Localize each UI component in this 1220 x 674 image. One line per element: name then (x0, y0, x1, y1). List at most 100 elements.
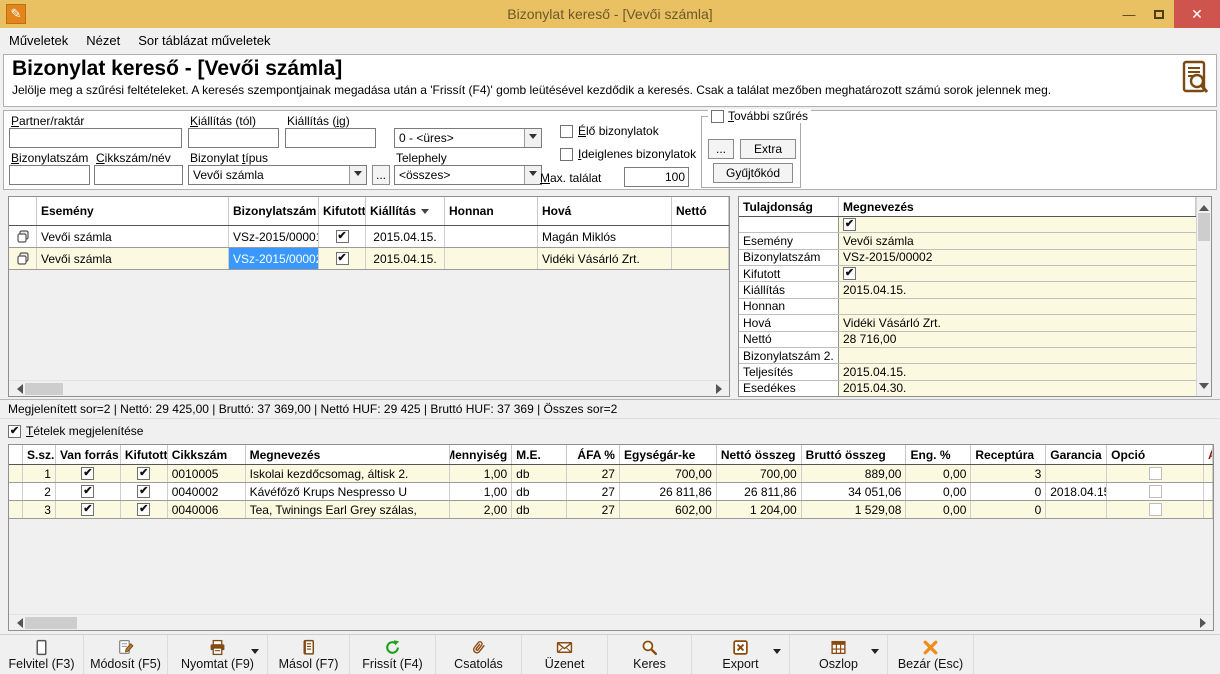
scroll-down-icon[interactable] (1196, 380, 1212, 396)
header-garancia[interactable]: Garancia (1046, 445, 1107, 464)
header-kifutott[interactable]: Kifutott (121, 445, 168, 464)
cell-cikkszam[interactable]: 0040002 (168, 483, 246, 500)
ideiglenes-bizonylatok-checkbox[interactable]: Ideiglenes bizonylatok (560, 147, 696, 161)
table-row-selected[interactable]: Vevői számla VSz-2015/00002 2015.04.15. … (9, 248, 729, 270)
cell-van-forras[interactable] (56, 465, 121, 482)
header-esemeny[interactable]: Esemény (37, 197, 229, 225)
chevron-down-icon[interactable] (524, 166, 541, 184)
prop-value[interactable]: VSz-2015/00002 (839, 250, 1196, 265)
title-bar[interactable]: ✎ Bizonylat kereső - [Vevői számla] — ✕ (0, 0, 1220, 28)
scroll-left-icon[interactable] (9, 615, 25, 631)
scrollbar-track[interactable] (1197, 241, 1211, 380)
cell-bizonylatszam[interactable]: VSz-2015/00001 (229, 226, 319, 247)
modosit-button[interactable]: Módosít (F5) (84, 635, 168, 674)
property-grid-vscrollbar[interactable] (1196, 197, 1211, 396)
result-grid-hscrollbar[interactable] (9, 380, 729, 396)
bezar-button[interactable]: Bezár (Esc) (888, 635, 974, 674)
cell-opcio[interactable] (1107, 483, 1204, 500)
cikkszam-input[interactable] (94, 165, 183, 185)
cell-kifutott[interactable] (121, 501, 168, 518)
cell-honnan[interactable] (445, 226, 538, 247)
cell-kiallitas[interactable]: 2015.04.15. (366, 226, 445, 247)
cell-ssz[interactable]: 3 (23, 501, 56, 518)
row-selector-cell[interactable] (9, 483, 23, 500)
header-afa[interactable]: ÁFA % (567, 445, 620, 464)
tovabbi-szures-checkbox[interactable]: További szűrés (708, 109, 811, 123)
header-egysegar[interactable]: Egységár-ke (620, 445, 717, 464)
property-row[interactable]: HováVidéki Vásárló Zrt. (739, 315, 1196, 331)
cell-opcio[interactable] (1107, 501, 1204, 518)
cell-egysegar[interactable]: 700,00 (620, 465, 717, 482)
cell-receptura[interactable]: 0 (971, 501, 1046, 518)
cell-afa[interactable]: 27 (567, 501, 620, 518)
items-grid-hscrollbar[interactable] (9, 614, 1213, 630)
property-row[interactable]: EseményVevői számla (739, 233, 1196, 249)
header-me[interactable]: M.E. (512, 445, 567, 464)
cell-esemeny[interactable]: Vevői számla (37, 248, 229, 269)
header-brutto-osszeg[interactable]: Bruttó összeg (802, 445, 907, 464)
cell-netto-osszeg[interactable]: 1 204,00 (717, 501, 802, 518)
header-cikkszam[interactable]: Cikkszám (168, 445, 246, 464)
cell-honnan[interactable] (445, 248, 538, 269)
header-receptura[interactable]: Receptúra (971, 445, 1046, 464)
property-row[interactable]: Esedékes2015.04.30. (739, 381, 1196, 396)
cell-cikkszam[interactable]: 0010005 (168, 465, 246, 482)
cell-van-forras[interactable] (56, 483, 121, 500)
cell-eng[interactable]: 0,00 (906, 483, 971, 500)
cell-garancia[interactable] (1046, 465, 1107, 482)
cell-mennyiseg[interactable]: 2,00 (450, 501, 512, 518)
cell-ssz[interactable]: 1 (23, 465, 56, 482)
prop-value[interactable]: Vidéki Vásárló Zrt. (839, 315, 1196, 330)
cell-garancia[interactable]: 2018.04.15. (1046, 483, 1107, 500)
telephely-select[interactable]: <összes> (394, 165, 542, 185)
cell-receptura[interactable]: 3 (971, 465, 1046, 482)
max-talalat-input[interactable] (624, 167, 689, 187)
prop-value[interactable]: 28 716,00 (839, 332, 1196, 347)
header-ssz[interactable]: S.sz. (23, 445, 56, 464)
cell-van-forras[interactable] (56, 501, 121, 518)
sorrend-select[interactable]: 0 - <üres> (394, 128, 542, 148)
menu-nezet[interactable]: Nézet (77, 29, 129, 52)
cell-kifutott[interactable] (121, 483, 168, 500)
header-partial-column[interactable]: Á (1204, 445, 1213, 464)
cell-mennyiseg[interactable]: 1,00 (450, 483, 512, 500)
cell-garancia[interactable] (1046, 501, 1107, 518)
cell-esemeny[interactable]: Vevői számla (37, 226, 229, 247)
cell-brutto-osszeg[interactable]: 889,00 (802, 465, 907, 482)
header-row-selector[interactable] (9, 445, 23, 464)
oszlop-button[interactable]: Oszlop (790, 635, 888, 674)
header-megnevezes[interactable]: Megnevezés (839, 197, 1196, 216)
cell-bizonylatszam-selected[interactable]: VSz-2015/00002 (229, 248, 319, 269)
header-mennyiseg[interactable]: Mennyiség (450, 445, 512, 464)
property-row[interactable]: Teljesítés2015.04.15. (739, 364, 1196, 380)
cell-megnevezes[interactable]: Tea, Twinings Earl Grey szálas, (246, 501, 451, 518)
scrollbar-thumb[interactable] (25, 383, 63, 395)
chevron-down-icon[interactable] (349, 166, 366, 184)
property-row[interactable]: Honnan (739, 299, 1196, 315)
chevron-down-icon[interactable] (773, 649, 781, 658)
tetelek-megjelenitese-checkbox[interactable]: Tételek megjelenítése (8, 423, 143, 439)
prop-value[interactable] (839, 217, 1196, 232)
row-selector-cell[interactable] (9, 465, 23, 482)
elo-bizonylatok-checkbox[interactable]: Élő bizonylatok (560, 124, 659, 138)
header-megnevezes[interactable]: Megnevezés (246, 445, 451, 464)
cell-egysegar[interactable]: 26 811,86 (620, 483, 717, 500)
keres-button[interactable]: Keres (608, 635, 692, 674)
header-kifutott[interactable]: Kifutott (319, 197, 366, 225)
cell-me[interactable]: db (512, 483, 567, 500)
bizonylat-tipus-browse-button[interactable]: ... (372, 165, 390, 185)
checkbox-icon[interactable] (560, 125, 573, 138)
chevron-down-icon[interactable] (871, 649, 879, 658)
cell-me[interactable]: db (512, 465, 567, 482)
cell-kifutott[interactable] (319, 248, 366, 269)
cell-cikkszam[interactable]: 0040006 (168, 501, 246, 518)
prop-value[interactable]: 2015.04.15. (839, 364, 1196, 379)
menu-muveletek[interactable]: Műveletek (0, 29, 77, 52)
cell-me[interactable]: db (512, 501, 567, 518)
scroll-right-icon[interactable] (713, 381, 729, 397)
item-row[interactable]: 1 0010005 Iskolai kezdőcsomag, áltisk 2.… (9, 465, 1213, 483)
chevron-down-icon[interactable] (251, 649, 259, 658)
header-van-forras[interactable]: Van forrás (56, 445, 121, 464)
scrollbar-thumb[interactable] (25, 617, 77, 629)
bizonylatszam-input[interactable] (9, 165, 90, 185)
